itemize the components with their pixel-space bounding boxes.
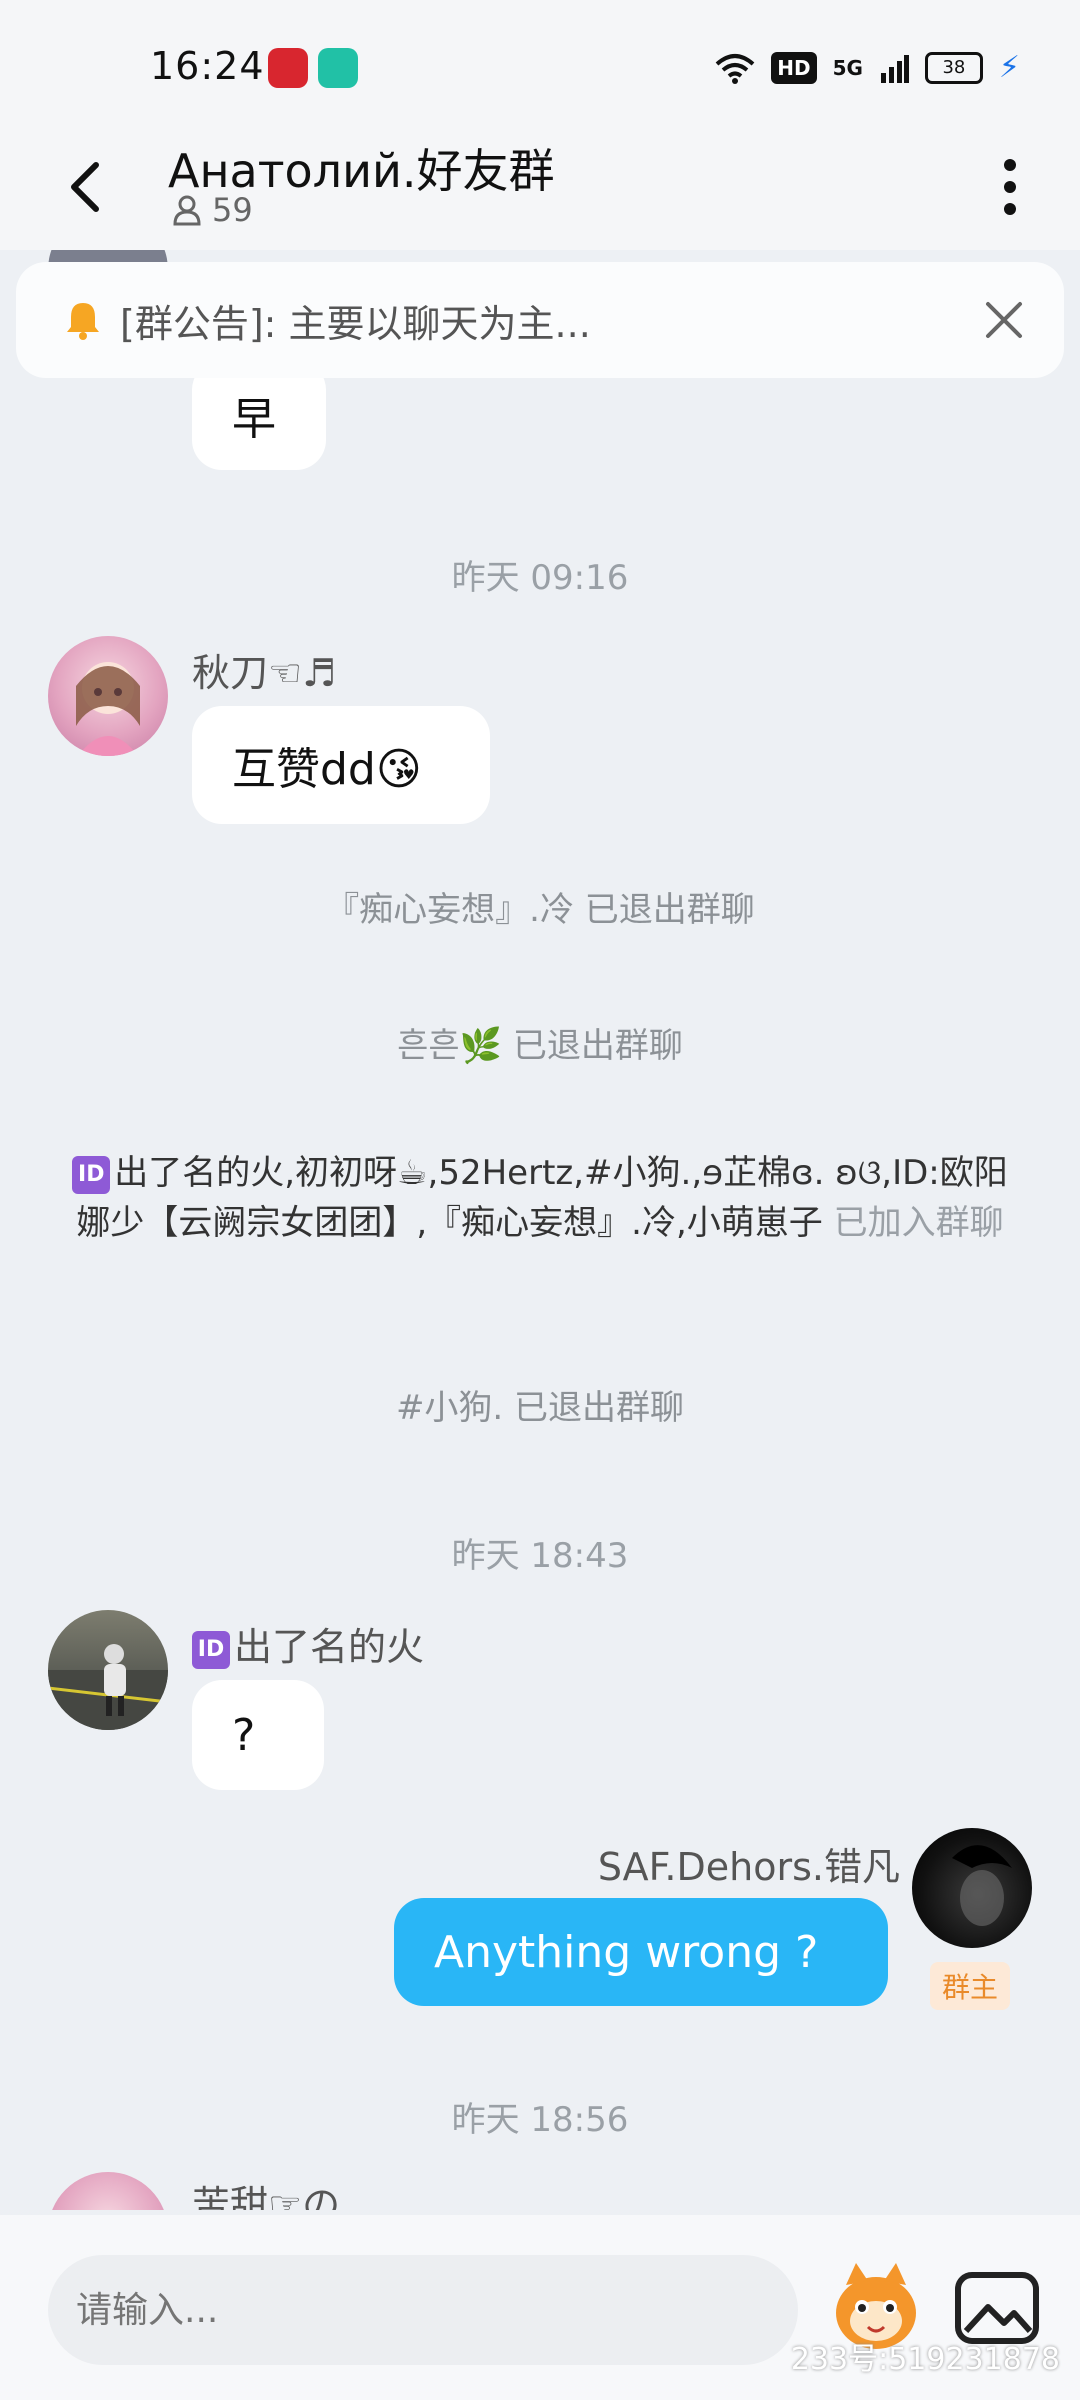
status-bar: 16:24 HD 5G 38 ⚡ bbox=[0, 0, 1080, 135]
avatar[interactable] bbox=[48, 636, 168, 756]
timestamp: 昨天 09:16 bbox=[451, 558, 629, 598]
message-text: Anything wrong ? bbox=[434, 1926, 819, 1978]
avatar[interactable] bbox=[48, 2172, 168, 2210]
member-count[interactable]: 59 bbox=[172, 191, 253, 229]
wifi-icon bbox=[715, 54, 755, 84]
watermark: 233号:519231878 bbox=[790, 2342, 1060, 2377]
message-bubble[interactable]: ? bbox=[192, 1680, 324, 1790]
system-message: 흔흔🌿 已退出群聊 bbox=[397, 1026, 683, 1066]
close-icon[interactable] bbox=[984, 300, 1024, 340]
battery-icon: 38 bbox=[924, 52, 983, 84]
member-count-value: 59 bbox=[212, 191, 253, 229]
avatar-dark-portrait-icon bbox=[952, 1845, 1012, 1926]
id-badge-icon: ID bbox=[72, 1155, 111, 1194]
avatar-person-icon bbox=[48, 1644, 168, 1730]
avatar[interactable] bbox=[912, 1828, 1032, 1948]
announcement-text: [群公告]: 主要以聊天为主... bbox=[120, 301, 591, 346]
person-icon bbox=[173, 195, 201, 226]
timestamp: 昨天 18:56 bbox=[451, 2100, 629, 2140]
sender-name: ID 出了名的火 bbox=[192, 1616, 424, 1671]
status-icons: HD 5G 38 ⚡ bbox=[715, 48, 1020, 88]
input-bar: 233号:519231878 bbox=[0, 2215, 1080, 2400]
join-suffix: 已加入群聊 bbox=[822, 1203, 1004, 1243]
more-options-icon[interactable] bbox=[980, 145, 1040, 225]
sender-name: SAF.Dehors.错凡 bbox=[597, 1845, 900, 1889]
id-badge-icon: ID bbox=[192, 1630, 230, 1669]
app-notification-icon-2 bbox=[318, 48, 358, 88]
avatar-anime-girl-icon bbox=[76, 662, 140, 756]
sender-name: 苦甜☞の bbox=[192, 2183, 341, 2210]
bell-icon bbox=[67, 303, 99, 340]
message-bubble[interactable]: 互赞dd😘 bbox=[192, 706, 490, 824]
sender-name-text: 出了名的火 bbox=[234, 1625, 425, 1669]
network-label: 5G bbox=[832, 56, 863, 80]
avatar[interactable] bbox=[48, 1610, 168, 1730]
chat-header: Анатолий.好友群 59 bbox=[0, 135, 1080, 250]
hd-icon: HD bbox=[771, 52, 817, 84]
group-announcement[interactable]: [群公告]: 主要以聊天为主... bbox=[16, 262, 1064, 378]
message-input[interactable] bbox=[48, 2255, 798, 2365]
charging-icon: ⚡ bbox=[998, 50, 1020, 85]
owner-badge: 群主 bbox=[930, 1962, 1011, 2010]
app-notification-icon bbox=[268, 48, 308, 88]
sender-name: 秋刀☜♬ bbox=[192, 651, 337, 695]
status-time: 16:24 bbox=[150, 44, 265, 88]
message-list[interactable]: 早 昨天 09:16 秋刀☜♬ 互赞dd😘 『痴心妄想』.冷 已退出群聊 흔흔🌿… bbox=[0, 250, 1080, 2210]
signal-icon bbox=[880, 55, 909, 83]
message-text: ? bbox=[232, 1709, 256, 1761]
system-message-join: ID 出了名的火,初初呀☕,52Hertz,#小狗.,ɘ芷棉ɞ. ʚଓ,ID:欧阳… bbox=[70, 1148, 1010, 1248]
message-text: 互赞dd😘 bbox=[232, 744, 422, 795]
message-bubble-mine[interactable]: Anything wrong ? bbox=[394, 1898, 888, 2006]
system-message: 『痴心妄想』.冷 已退出群聊 bbox=[325, 890, 755, 930]
timestamp: 昨天 18:43 bbox=[451, 1536, 629, 1576]
system-message: #小狗. 已退出群聊 bbox=[395, 1388, 685, 1428]
message-text: 早 bbox=[232, 394, 276, 445]
back-arrow-icon[interactable] bbox=[56, 145, 116, 225]
